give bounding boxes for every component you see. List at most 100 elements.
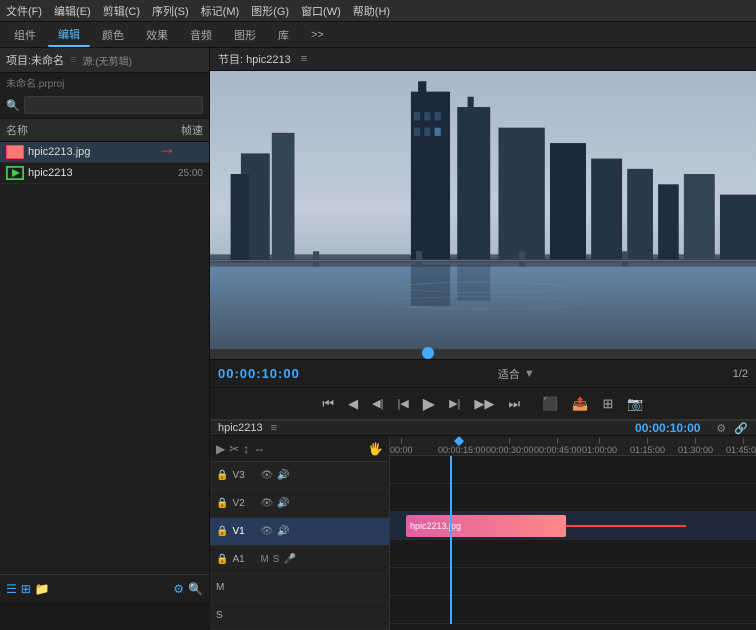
preview-area: [210, 71, 756, 349]
preview-timecode: 00:00:10:00: [218, 366, 300, 381]
left-panel-bottom-toolbar: ☰ ⊞ 📁 ⚙ 🔍: [0, 574, 209, 602]
preview-menu-icon[interactable]: ≡: [301, 53, 307, 65]
search-icon: 🔍: [6, 99, 20, 112]
menu-item-window[interactable]: 窗口(W): [301, 3, 341, 19]
transport-camera[interactable]: 📷: [623, 394, 647, 414]
panel-separator: ≡: [70, 54, 76, 66]
lb-icon-grid[interactable]: ⊞: [21, 582, 31, 596]
tab-color[interactable]: 颜色: [92, 24, 134, 46]
column-name-label: 名称: [6, 122, 105, 138]
left-panel-empty: [0, 184, 209, 574]
search-input[interactable]: [24, 96, 203, 114]
preview-title: 节目: hpic2213: [218, 51, 291, 67]
timeline-tracks-area[interactable]: 00:00 00:00:15:00 00:00:30:00 00:00: [390, 436, 756, 630]
clip-block-v1[interactable]: hpic2213.jpg: [406, 515, 566, 537]
transport-prev-edit[interactable]: |◀: [393, 395, 412, 412]
tab-audio[interactable]: 音频: [180, 24, 222, 46]
track-toggle-a1[interactable]: 🔒: [216, 554, 228, 565]
track-toolbar: ▶ ✂ ↕ ⇔ 🖐: [210, 436, 389, 462]
lb-icon-search2[interactable]: 🔍: [188, 582, 203, 596]
transport-frame-back[interactable]: ◀|: [368, 395, 387, 412]
tool-slip[interactable]: ⇔: [253, 442, 265, 456]
search-bar: 🔍: [0, 92, 209, 119]
menu-item-graphics[interactable]: 图形(G): [251, 3, 289, 19]
transport-stop[interactable]: ⬛: [538, 394, 562, 414]
track-row-v3: 🔒 V3 👁 🔊: [210, 462, 389, 490]
track-label-m: M: [216, 582, 240, 593]
tab-effects[interactable]: 效果: [136, 24, 178, 46]
menu-item-marker[interactable]: 标记(M): [201, 3, 240, 19]
track-lane-v1[interactable]: hpic2213.jpg: [390, 512, 756, 540]
tool-hand[interactable]: 🖐: [368, 442, 383, 456]
track-eye-v2[interactable]: 👁: [260, 498, 273, 509]
timeline-section: hpic2213 ≡ 00:00:10:00 ⚙ 🔗 ▶ ✂ ↕ ⇔: [210, 419, 756, 609]
track-eye-a1[interactable]: M: [260, 554, 268, 565]
track-lane-s[interactable]: [390, 596, 756, 624]
track-audio-a1[interactable]: S: [273, 554, 280, 565]
scrubber-thumb[interactable]: [422, 347, 434, 359]
tool-select[interactable]: ▶: [216, 442, 225, 456]
track-mic-a1[interactable]: 🎤: [283, 554, 295, 565]
preview-svg: [210, 71, 756, 349]
transport-step-forward[interactable]: ⏭: [504, 394, 524, 414]
transport-next-edit[interactable]: ▶|: [445, 395, 464, 412]
timeline-settings-icon[interactable]: ⚙: [716, 422, 726, 435]
file-name-video: hpic2213: [28, 167, 174, 179]
file-item-video[interactable]: hpic2213 25:00: [0, 163, 209, 184]
track-audio-v2[interactable]: 🔊: [277, 498, 289, 509]
menu-item-edit[interactable]: 编辑(E): [54, 3, 91, 19]
tool-razor[interactable]: ✂: [229, 442, 239, 456]
transport-safe-zones[interactable]: ⊞: [598, 394, 617, 414]
track-audio-v3[interactable]: 🔊: [277, 470, 289, 481]
track-row-a1: 🔒 A1 M S 🎤: [210, 546, 389, 574]
timeline-menu-icon[interactable]: ≡: [271, 422, 277, 434]
tab-edit[interactable]: 编辑: [48, 23, 90, 47]
right-panel: 节目: hpic2213 ≡: [210, 48, 756, 602]
timeline-header-bar: hpic2213 ≡ 00:00:10:00 ⚙ 🔗: [210, 421, 756, 436]
tab-library[interactable]: 库: [268, 24, 299, 46]
track-label-a1: A1: [232, 554, 256, 565]
timeline-magnet-icon[interactable]: 🔗: [734, 422, 748, 435]
track-row-s: S: [210, 602, 389, 630]
menu-item-clip[interactable]: 剪辑(C): [103, 3, 140, 19]
track-audio-v1[interactable]: 🔊: [277, 526, 289, 537]
transport-rewind[interactable]: ◀: [344, 394, 362, 414]
page-number: 1/2: [733, 368, 748, 380]
transport-play[interactable]: ▶: [419, 392, 439, 416]
lb-icon-list[interactable]: ☰: [6, 582, 17, 596]
track-lane-a1[interactable]: [390, 540, 756, 568]
transport-ff[interactable]: ▶▶: [470, 394, 498, 414]
lb-icon-folder[interactable]: 📁: [35, 582, 50, 596]
preview-section: 节目: hpic2213 ≡: [210, 48, 756, 419]
lb-icon-settings[interactable]: ⚙: [173, 582, 184, 596]
fit-dropdown[interactable]: 适合 ▼: [498, 366, 535, 382]
track-lane-v2[interactable]: [390, 484, 756, 512]
menu-item-file[interactable]: 文件(F): [6, 3, 42, 19]
file-item-jpg[interactable]: hpic2213.jpg: [0, 142, 209, 163]
transport-bar: ⏮ ◀ ◀| |◀ ▶ ▶| ▶▶ ⏭ ⬛ 📤 ⊞ 📷: [210, 387, 756, 419]
tab-more[interactable]: >>: [301, 26, 334, 44]
transport-step-back[interactable]: ⏮: [318, 394, 338, 414]
track-toggle-v1[interactable]: 🔒: [216, 526, 228, 537]
ruler-tick-5: 01:15:00: [630, 436, 665, 455]
file-icon-image: [6, 145, 24, 159]
track-eye-v1[interactable]: 👁: [260, 526, 273, 537]
track-eye-v3[interactable]: 👁: [260, 470, 273, 481]
file-dur-video: 25:00: [178, 168, 203, 179]
transport-export[interactable]: 📤: [568, 394, 592, 414]
track-row-v1: 🔒 V1 👁 🔊: [210, 518, 389, 546]
ruler-tick-2: 00:00:30:00: [486, 436, 534, 455]
project-file-label: 未命名.prproj: [0, 73, 209, 92]
menu-item-help[interactable]: 帮助(H): [353, 3, 390, 19]
track-lane-m[interactable]: [390, 568, 756, 596]
tab-graphics[interactable]: 图形: [224, 24, 266, 46]
track-toggle-v2[interactable]: 🔒: [216, 498, 228, 509]
menu-item-sequence[interactable]: 序列(S): [152, 3, 189, 19]
track-lane-v3[interactable]: [390, 456, 756, 484]
preview-scrubber[interactable]: [210, 349, 756, 359]
tab-components[interactable]: 组件: [4, 24, 46, 46]
file-name-jpg: hpic2213.jpg: [28, 146, 199, 158]
ruler-tick-7: 01:45:00: [726, 436, 756, 455]
tool-ripple[interactable]: ↕: [243, 442, 249, 456]
track-toggle-v3[interactable]: 🔒: [216, 470, 228, 481]
